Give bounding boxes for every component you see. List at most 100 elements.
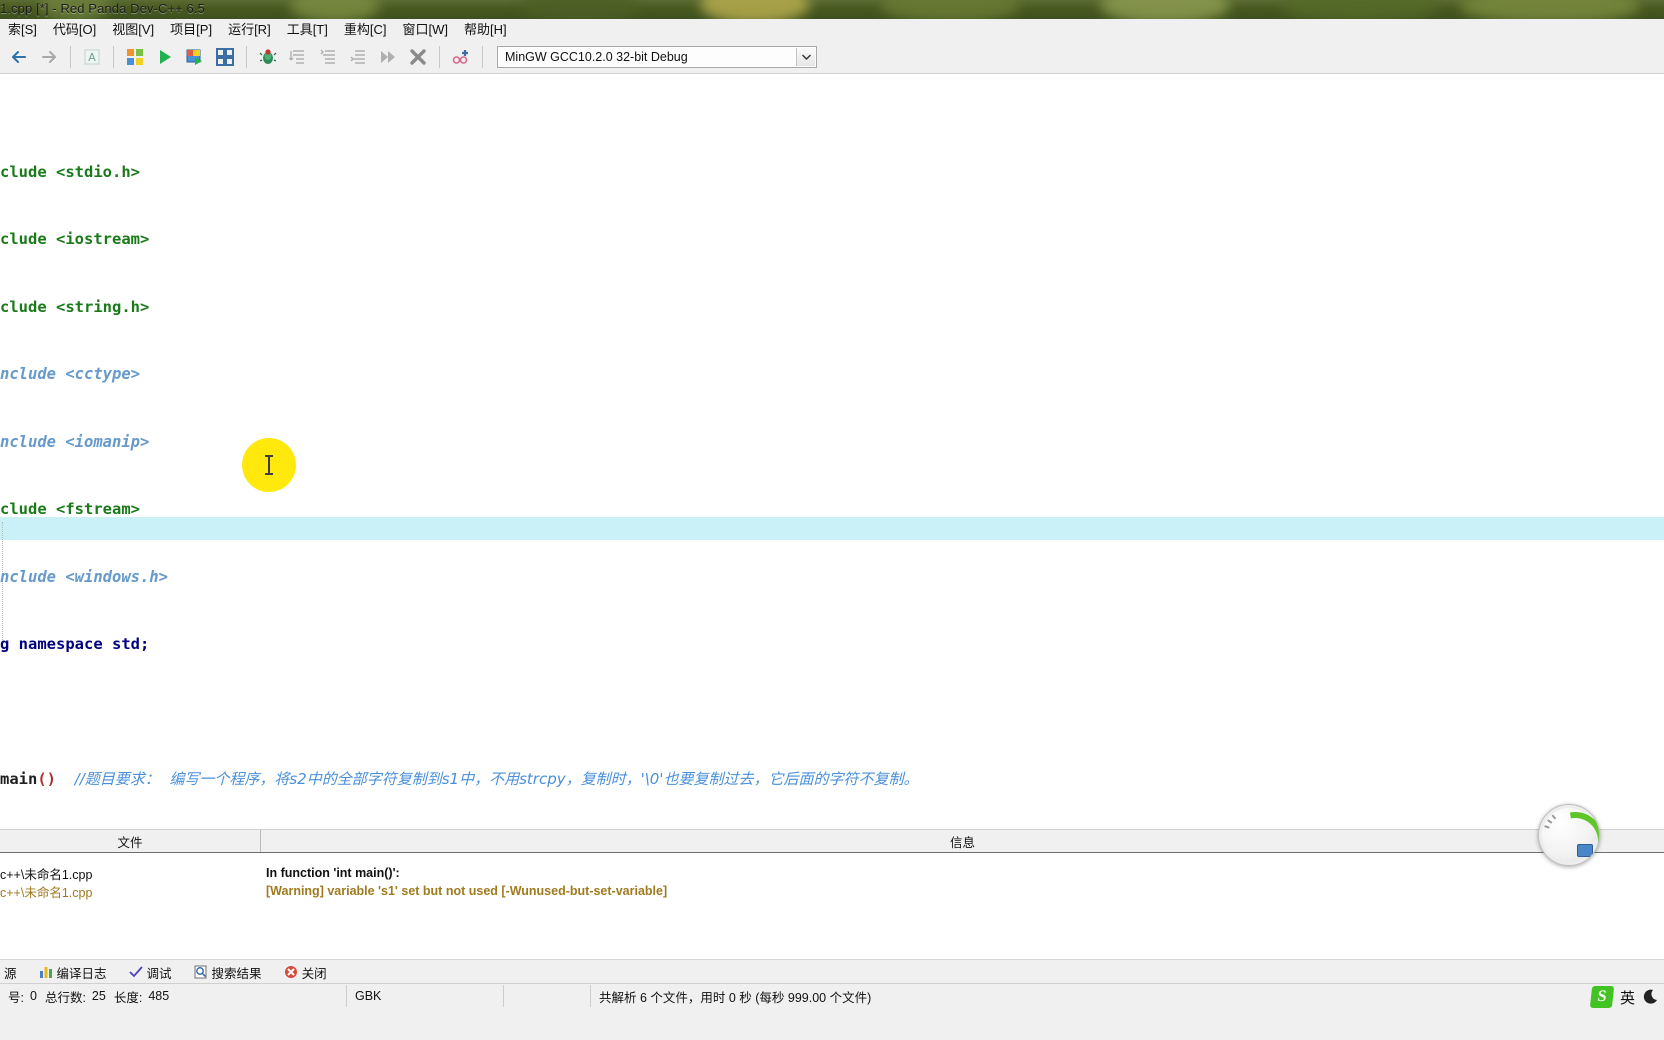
message-file: c++\未命名1.cpp [0, 867, 93, 882]
moon-icon[interactable] [1642, 989, 1658, 1005]
compile-log-label: 编译日志 [56, 966, 107, 981]
code-line-blank[interactable] [0, 701, 918, 724]
debug-bug-icon[interactable] [255, 44, 281, 70]
magnifier-icon [194, 965, 208, 979]
window-title: 1.cpp [*] - Red Panda Dev-C++ 6.5 [0, 1, 205, 16]
menu-bar: 索[S] 代码[O] 视图[V] 项目[P] 运行[R] 工具[T] 重构[C]… [0, 19, 1664, 42]
status-col-label: 号: [8, 990, 24, 1005]
abort-compile-icon[interactable]: A [79, 44, 105, 70]
svg-text:A: A [88, 51, 96, 64]
compiler-profile-label: MinGW GCC10.2.0 32-bit Debug [505, 50, 688, 64]
tab-compile-log[interactable]: 编译日志 [35, 961, 111, 984]
compiler-messages-panel: 文件 信息 c++\未命名1.cpp In function 'int main… [0, 829, 1664, 960]
code-comment: //题目要求： 编写一个程序，将s2中的全部字符复制到s1中，不用strcpy，… [74, 770, 919, 788]
status-bar: 号: 0 总行数: 25 长度: 485 GBK 共解析 6 个文件，用时 0 … [0, 983, 1664, 1040]
speed-meter-badge-icon [1577, 844, 1593, 857]
message-info: In function 'int main()': [266, 866, 400, 880]
resources-label: 源 [4, 966, 17, 981]
code-line-text: clude <fstream> [0, 500, 140, 518]
menu-refactor[interactable]: 重构[C] [336, 20, 395, 40]
code-editor[interactable]: clude <stdio.h> clude <iostream> clude <… [0, 74, 1664, 829]
tab-search-results[interactable]: 搜索结果 [190, 961, 266, 984]
toolbar-separator [246, 46, 247, 68]
status-encoding[interactable]: GBK [347, 985, 504, 1007]
code-line-text: g namespace std; [0, 635, 150, 653]
stop-execution-icon[interactable] [405, 44, 431, 70]
menu-search[interactable]: 索[S] [0, 20, 45, 40]
tab-debug[interactable]: 调试 [125, 961, 176, 984]
search-results-label: 搜索结果 [211, 966, 262, 981]
add-watch-icon[interactable] [448, 44, 474, 70]
status-length-label: 长度: [113, 990, 143, 1005]
code-line-main[interactable]: main() //题目要求： 编写一个程序，将s2中的全部字符复制到s1中，不用… [0, 768, 918, 791]
bottom-tab-bar: 源 编译日志 调试 搜索结果 关闭 [0, 959, 1664, 984]
menu-code[interactable]: 代码[O] [45, 20, 104, 40]
code-line-text: nclude <cctype> [0, 365, 140, 383]
column-header-info[interactable]: 信息 [261, 830, 1664, 852]
system-tray: S 英 [1589, 986, 1658, 1008]
status-parse-info: 共解析 6 个文件，用时 0 秒 (每秒 999.00 个文件) [599, 990, 872, 1005]
text-cursor-icon [265, 455, 273, 475]
step-over-icon[interactable] [285, 44, 311, 70]
toolbar-separator [113, 46, 114, 68]
menu-tools[interactable]: 工具[T] [279, 20, 336, 40]
toolbar-separator [482, 46, 483, 68]
tab-resources[interactable]: 源 [0, 961, 21, 984]
run-icon[interactable] [152, 44, 178, 70]
code-line[interactable]: g namespace std; [0, 633, 918, 656]
status-cursor-info: 号: 0 总行数: 25 长度: 485 [0, 985, 347, 1007]
title-bar: 1.cpp [*] - Red Panda Dev-C++ 6.5 [0, 0, 1664, 19]
step-out-icon[interactable] [345, 44, 371, 70]
code-line-text: clude <string.h> [0, 297, 150, 316]
message-info: [Warning] variable 's1' set but not used… [266, 884, 668, 898]
status-length-value: 485 [148, 989, 170, 1003]
chart-icon [39, 965, 53, 979]
code-line[interactable]: clude <stdio.h> [0, 161, 918, 184]
status-col-value: 0 [29, 989, 37, 1003]
mouse-click-highlight [242, 438, 296, 492]
code-line-text: nclude <iomanip> [0, 432, 150, 451]
compiler-profile-select[interactable]: MinGW GCC10.2.0 32-bit Debug [497, 46, 817, 68]
toolbar-separator [70, 46, 71, 68]
code-line-text: clude <iostream> [0, 230, 150, 248]
close-icon [284, 965, 298, 979]
menu-run[interactable]: 运行[R] [220, 20, 279, 40]
table-row[interactable]: c++\未命名1.cpp In function 'int main()': [0, 864, 1664, 882]
toolbar-separator [439, 46, 440, 68]
code-line-text: nclude <windows.h> [0, 567, 168, 586]
chevron-down-icon[interactable] [796, 48, 815, 66]
tab-close[interactable]: 关闭 [280, 961, 331, 984]
forward-arrow-icon[interactable] [36, 44, 62, 70]
messages-table-header: 文件 信息 [0, 830, 1664, 853]
step-into-icon[interactable] [315, 44, 341, 70]
back-arrow-icon[interactable] [6, 44, 32, 70]
sogou-ime-icon[interactable]: S [1589, 986, 1615, 1008]
menu-project[interactable]: 项目[P] [162, 20, 220, 40]
code-line[interactable]: clude <string.h> [0, 296, 918, 319]
titlebar-background [0, 0, 1664, 19]
close-label: 关闭 [301, 966, 327, 981]
code-line[interactable]: nclude <windows.h> [0, 566, 918, 589]
menu-view[interactable]: 视图[V] [104, 20, 162, 40]
column-header-file[interactable]: 文件 [0, 830, 261, 852]
code-line[interactable]: nclude <iomanip> [0, 431, 918, 454]
menu-help[interactable]: 帮助[H] [456, 20, 515, 40]
menu-window[interactable]: 窗口[W] [394, 20, 456, 40]
toolbar: A MinGW GCC10.2.0 32-bit Debug [0, 41, 1664, 74]
speed-meter-widget[interactable] [1538, 804, 1600, 866]
debug-label: 调试 [146, 966, 172, 981]
continue-icon[interactable] [375, 44, 401, 70]
rebuild-all-icon[interactable] [212, 44, 238, 70]
compile-and-run-icon[interactable] [182, 44, 208, 70]
table-row[interactable]: c++\未命名1.cpp [Warning] variable 's1' set… [0, 882, 1664, 900]
code-text[interactable]: clude <stdio.h> clude <iostream> clude <… [0, 93, 918, 829]
code-line[interactable]: nclude <cctype> [0, 363, 918, 386]
check-icon [128, 965, 143, 979]
compile-icon[interactable] [122, 44, 148, 70]
ime-mode-label[interactable]: 英 [1620, 987, 1635, 1008]
code-line[interactable]: clude <iostream> [0, 228, 918, 251]
status-rows-value: 25 [91, 989, 106, 1003]
status-spacer [504, 985, 591, 1007]
status-row: 号: 0 总行数: 25 长度: 485 GBK 共解析 6 个文件，用时 0 … [0, 984, 1664, 1008]
code-line[interactable]: clude <fstream> [0, 498, 918, 521]
